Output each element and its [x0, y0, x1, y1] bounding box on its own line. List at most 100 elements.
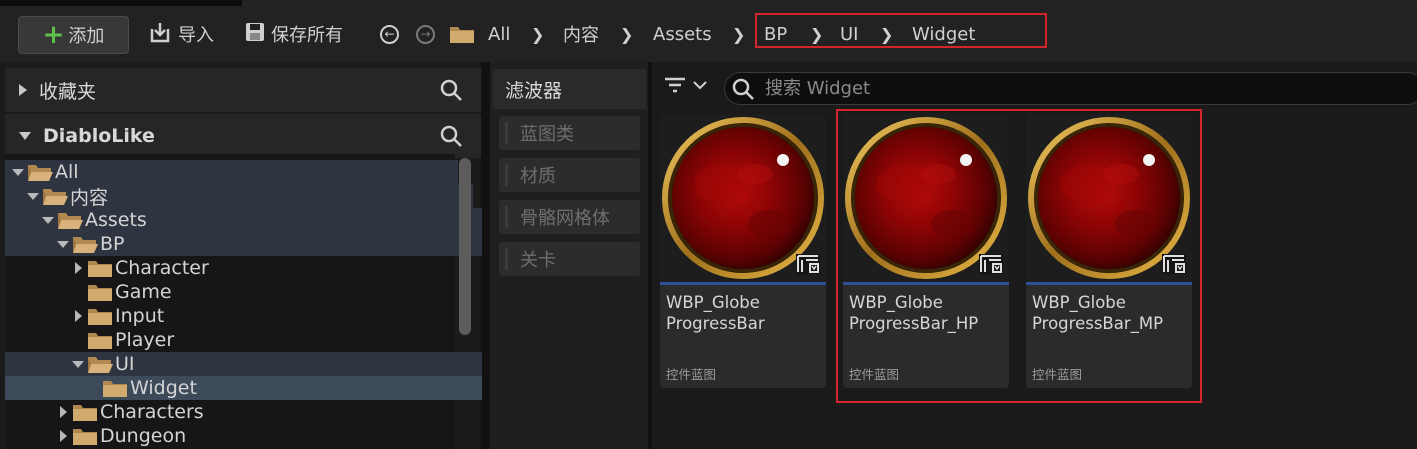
widget-blueprint-icon: [796, 254, 820, 279]
tree-item[interactable]: Character: [5, 256, 518, 280]
filter-label: 蓝图类: [520, 124, 574, 145]
add-button[interactable]: + 添加: [18, 16, 129, 54]
folder-icon: [72, 426, 98, 446]
favorites-label: 收藏夹: [39, 80, 97, 103]
import-button-label: 导入: [178, 25, 214, 46]
chevron-down-icon: [693, 81, 707, 90]
asset-search-input[interactable]: [763, 77, 1367, 100]
tree-item-label: Assets: [85, 209, 147, 231]
tree-scrollbar[interactable]: [459, 158, 471, 335]
filter-blueprint-class[interactable]: 蓝图类: [499, 116, 640, 150]
asset-type: 控件蓝图: [1032, 367, 1083, 382]
filter-dropdown-button[interactable]: [664, 76, 708, 94]
collapse-arrow-icon[interactable]: [11, 168, 25, 176]
asset-name-line: WBP_Globe: [666, 293, 760, 312]
tree-item[interactable]: UI: [5, 352, 518, 376]
asset-card[interactable]: WBP_Globe ProgressBar_HP 控件蓝图: [843, 114, 1009, 388]
breadcrumb-ui[interactable]: UI: [840, 17, 858, 51]
collapse-arrow-icon[interactable]: [56, 240, 70, 248]
search-icon[interactable]: [439, 78, 463, 107]
tree-item[interactable]: Input: [5, 304, 518, 328]
favorites-header[interactable]: 收藏夹: [5, 68, 481, 112]
chevron-right-icon[interactable]: ❯: [880, 17, 893, 51]
folder-open-icon: [87, 354, 113, 374]
tree-item[interactable]: Game: [5, 280, 518, 304]
folder-open-icon: [42, 186, 68, 206]
add-button-label: 添加: [68, 26, 105, 47]
breadcrumb-content[interactable]: 内容: [563, 17, 599, 51]
breadcrumb-highlight-box: [755, 13, 1047, 48]
asset-name-line: ProgressBar_MP: [1032, 314, 1164, 333]
collapse-arrow-icon[interactable]: [41, 216, 55, 224]
chevron-right-icon[interactable]: ❯: [531, 17, 544, 51]
tree-item-label: All: [55, 161, 79, 183]
chevron-right-icon[interactable]: ❯: [810, 17, 823, 51]
folder-icon: [449, 17, 475, 51]
asset-name: WBP_Globe ProgressBar_HP: [849, 292, 1005, 334]
panel-splitter[interactable]: [482, 62, 490, 449]
asset-name-line: WBP_Globe: [1032, 293, 1126, 312]
filter-title: 滤波器: [493, 69, 646, 109]
breadcrumb-widget[interactable]: Widget: [912, 17, 975, 51]
tree-item-label: 内容: [70, 186, 109, 209]
tree-item[interactable]: 内容: [5, 184, 473, 209]
filter-skeletal-mesh[interactable]: 骨骼网格体: [499, 200, 640, 234]
project-header[interactable]: DiabloLike: [5, 114, 481, 158]
import-button[interactable]: 导入: [148, 17, 214, 51]
collapse-arrow-icon: [19, 132, 31, 140]
filter-level[interactable]: 关卡: [499, 242, 640, 276]
asset-name-line: WBP_Globe: [849, 293, 943, 312]
filter-label: 材质: [520, 166, 556, 187]
search-icon: [732, 78, 754, 100]
import-icon: [148, 21, 172, 48]
widget-blueprint-icon: [1162, 254, 1186, 279]
filter-label: 关卡: [520, 250, 556, 271]
filter-material[interactable]: 材质: [499, 158, 640, 192]
save-icon: [245, 22, 265, 47]
tree-item[interactable]: BP: [5, 232, 503, 256]
chevron-right-icon[interactable]: ❯: [620, 17, 633, 51]
folder-open-icon: [72, 234, 98, 254]
save-all-button[interactable]: 保存所有: [245, 17, 343, 51]
folder-icon: [87, 306, 113, 326]
save-all-button-label: 保存所有: [271, 25, 343, 46]
tree-item[interactable]: Dungeon: [5, 424, 503, 448]
expand-arrow-icon[interactable]: [56, 406, 70, 418]
breadcrumb-bp[interactable]: BP: [764, 17, 787, 51]
chevron-right-icon[interactable]: ❯: [732, 17, 745, 51]
tree-item[interactable]: Player: [5, 328, 518, 352]
expand-arrow-icon[interactable]: [71, 310, 85, 322]
tree-item[interactable]: Widget: [5, 376, 533, 400]
tree-item[interactable]: Characters: [5, 400, 503, 424]
expand-arrow-icon[interactable]: [71, 262, 85, 274]
tree-item-label: Game: [115, 281, 172, 303]
forward-button[interactable]: →: [416, 17, 435, 51]
back-button[interactable]: ←: [380, 17, 399, 51]
tree-item-label: Dungeon: [100, 425, 187, 447]
asset-search-box[interactable]: [724, 72, 1417, 105]
asset-view: WBP_Globe ProgressBar 控件蓝图 WBP_Globe Pro…: [652, 62, 1417, 449]
folder-icon: [87, 258, 113, 278]
tree-item-label: Input: [115, 305, 165, 327]
tree-item-label: Player: [115, 329, 175, 351]
tree-item[interactable]: All: [5, 160, 458, 184]
tree-item[interactable]: Assets: [5, 208, 488, 232]
breadcrumb-all[interactable]: All: [488, 17, 510, 51]
expand-arrow-icon[interactable]: [56, 430, 70, 442]
asset-type: 控件蓝图: [849, 367, 900, 382]
collapse-arrow-icon[interactable]: [71, 360, 85, 368]
project-label: DiabloLike: [43, 125, 155, 147]
asset-name-line: ProgressBar_HP: [849, 314, 979, 333]
folder-icon: [87, 282, 113, 302]
breadcrumb-assets[interactable]: Assets: [653, 17, 712, 51]
filter-lines-icon: [665, 77, 685, 93]
folder-tree: All 内容 Assets BP Character Game Input Player UI W…: [5, 154, 533, 449]
asset-card[interactable]: WBP_Globe ProgressBar 控件蓝图: [660, 114, 826, 388]
widget-blueprint-icon: [979, 254, 1003, 279]
asset-type: 控件蓝图: [666, 367, 717, 382]
collapse-arrow-icon[interactable]: [26, 192, 40, 200]
search-icon[interactable]: [439, 124, 463, 153]
tree-item-label: Characters: [100, 401, 204, 423]
plus-icon: +: [42, 20, 65, 50]
asset-card[interactable]: WBP_Globe ProgressBar_MP 控件蓝图: [1026, 114, 1192, 388]
